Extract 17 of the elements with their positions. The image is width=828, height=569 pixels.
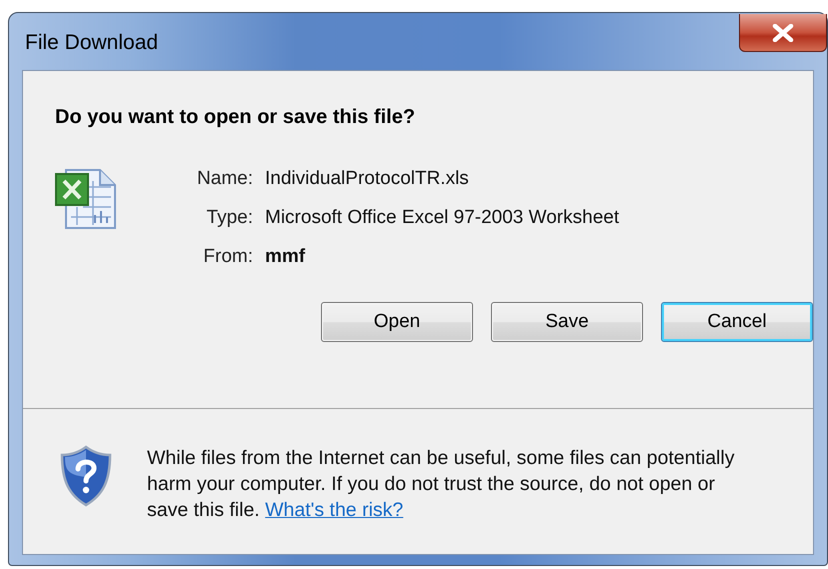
dialog-question: Do you want to open or save this file? bbox=[55, 106, 416, 129]
field-label: Type: bbox=[206, 206, 253, 230]
risk-link[interactable]: What's the risk? bbox=[265, 499, 404, 521]
field-value: mmf bbox=[265, 245, 306, 269]
field-label: From: bbox=[202, 245, 253, 269]
field-label: Name: bbox=[196, 167, 253, 191]
dialog-button[interactable]: Cancel bbox=[661, 302, 813, 342]
spreadsheet-file-icon bbox=[55, 169, 117, 229]
dialog-button[interactable]: Open bbox=[321, 302, 473, 342]
close-icon bbox=[772, 24, 794, 42]
field-value: IndividualProtocolTR.xls bbox=[265, 167, 470, 191]
window-title: File Download bbox=[25, 31, 158, 55]
security-warning-text: While files from the Internet can be useful, some files can potentially harm your computer. If you do not trust the source, do not open or save this file. What's the risk? bbox=[147, 446, 736, 523]
dialog-button[interactable]: Save bbox=[491, 302, 643, 342]
close-button[interactable] bbox=[739, 14, 827, 52]
security-shield-icon bbox=[59, 445, 113, 507]
field-value: Microsoft Office Excel 97-2003 Worksheet bbox=[265, 206, 620, 230]
